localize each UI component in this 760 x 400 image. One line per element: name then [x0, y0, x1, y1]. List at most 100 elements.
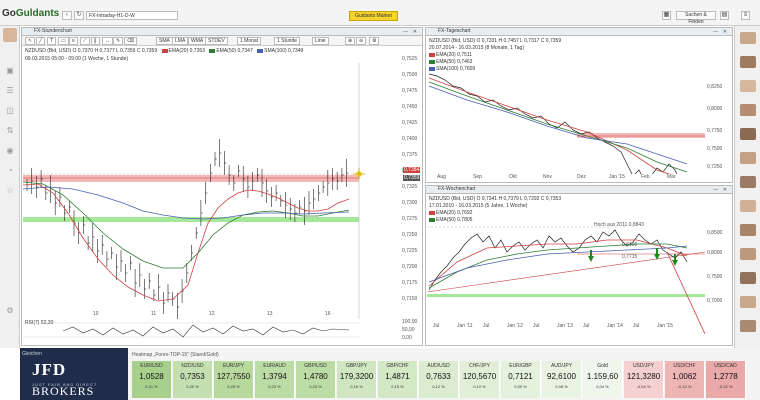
stream-avatar[interactable] — [740, 80, 756, 92]
minimize-icon[interactable]: — — [713, 187, 718, 193]
heatmap-cell[interactable]: EUR/AUD 1,3794 0,23 % — [255, 361, 295, 398]
heatmap-cell[interactable]: EUR/GBP 0,7121 0,09 % — [501, 361, 541, 398]
avatar[interactable] — [3, 28, 17, 42]
back-icon[interactable]: ‹ — [62, 11, 72, 20]
trade-icon[interactable]: ⇅ — [4, 126, 16, 135]
menu-icon[interactable]: ≡ — [741, 11, 750, 20]
heatmap-cell[interactable]: GBP/USD 1,4780 0,23 % — [296, 361, 336, 398]
heatmap-cell[interactable]: NZD/USD 0,7353 0,20 % — [173, 361, 213, 398]
indicator-stdev-button[interactable]: STDEV — [205, 37, 228, 45]
close-icon[interactable]: ✕ — [413, 29, 417, 35]
rsi-plot[interactable] — [23, 319, 381, 341]
minimize-icon[interactable]: — — [403, 29, 408, 35]
indicator-sma-button[interactable]: SMA — [156, 37, 173, 45]
stream-avatar[interactable] — [740, 128, 756, 140]
fib-tool-icon[interactable]: ≡ — [69, 37, 78, 45]
heatmap-value: 1.159,60 — [586, 372, 619, 381]
heatmap-cell[interactable]: GBP/JPY 179,3200 0,16 % — [337, 361, 377, 398]
ema20-label: EMA(20) 0,7353 — [168, 48, 205, 54]
heatmap-symbol: GBP/CHF — [386, 363, 409, 369]
heatmap-change: 0,08 % — [555, 384, 568, 389]
list-icon[interactable]: ☰ — [4, 86, 16, 95]
trend-tool-icon[interactable]: ⟋ — [80, 37, 90, 45]
bell-icon[interactable]: ◔ — [4, 166, 16, 175]
rect-tool-icon[interactable]: ▭ — [58, 37, 69, 45]
period-select[interactable]: 1 Monat — [237, 37, 262, 45]
jfd-logo: JFD BROKERS — [32, 360, 95, 398]
guidants-market-button[interactable]: Guidants Market — [349, 11, 398, 21]
draw-tool-icon[interactable]: ↖ — [25, 37, 36, 45]
heatmap-cell[interactable]: GBP/CHF 1,4871 0,15 % — [378, 361, 418, 398]
zoom-out-icon[interactable]: ⊖ — [356, 37, 367, 45]
hourly-chart-panel: FX-Stundenchart — ✕ ↖ ╱ T ▭ ≡ ⟋ ∥ ↔ ✎ ⌫ … — [21, 27, 423, 346]
chart-icon[interactable]: ◫ — [4, 106, 16, 115]
interval-select[interactable]: 1 Stunde — [274, 37, 301, 45]
heatmap-cell[interactable]: USD/CHF 1,0062 -0,10 % — [665, 361, 705, 398]
dashboard-icon[interactable]: ▣ — [4, 66, 16, 75]
heatmap-cell[interactable]: CHF/JPY 120,5670 0,10 % — [460, 361, 500, 398]
zoom-in-icon[interactable]: ⊕ — [345, 37, 356, 45]
hourly-price-plot[interactable] — [23, 63, 381, 319]
stream-avatar[interactable] — [740, 248, 756, 260]
calendar-icon[interactable]: ▦ — [662, 11, 671, 20]
stream-avatar[interactable] — [740, 200, 756, 212]
jfd-brokers-banner[interactable]: Gleichen JFD BROKERS JUST FAIR AND DIREC… — [20, 348, 128, 400]
search-button[interactable]: Suchen & Finden — [676, 11, 716, 25]
channel-tool-icon[interactable]: ∥ — [91, 37, 100, 45]
chart-type-select[interactable]: Linie — [312, 37, 329, 45]
x-axis: 10 11 12 13 16 — [23, 311, 381, 318]
indicator-wma-button[interactable]: WMA — [188, 37, 207, 45]
ohlc-label: NZDUSD (Bid, USD) O 0,7341 H 0,7379 L 0,… — [429, 196, 562, 202]
minimize-icon[interactable]: — — [713, 29, 718, 35]
daily-price-plot[interactable] — [427, 72, 705, 174]
grid-icon[interactable]: ▤ — [720, 11, 729, 20]
y-tick: 0,7475 — [402, 88, 418, 94]
heatmap-cell[interactable]: Gold 1.159,60 0,04 % — [583, 361, 623, 398]
heatmap-cell[interactable]: EUR/JPY 127,7550 0,25 % — [214, 361, 254, 398]
stream-avatar[interactable] — [740, 272, 756, 284]
heatmap-cell[interactable]: USD/JPY 121,3280 -0,04 % — [624, 361, 664, 398]
star-icon[interactable]: ☆ — [4, 186, 16, 195]
stream-avatar[interactable] — [740, 56, 756, 68]
indicator-lma-button[interactable]: LMA — [172, 37, 189, 45]
delete-tool-icon[interactable]: ⌫ — [124, 37, 138, 45]
heatmap-symbol: AUD/USD — [427, 363, 450, 369]
stream-avatar[interactable] — [740, 224, 756, 236]
heatmap-value: 1,0528 — [139, 372, 164, 381]
y-tick: 0,7750 — [707, 128, 723, 134]
heatmap-value: 120,5670 — [462, 372, 497, 381]
tab-label[interactable]: Gleichen — [22, 351, 42, 357]
heatmap-cell[interactable]: AUD/JPY 92,6100 0,08 % — [542, 361, 582, 398]
line-tool-icon[interactable]: ╱ — [36, 37, 46, 45]
settings-icon[interactable]: ⚙ — [369, 37, 380, 45]
sma100-swatch — [257, 48, 264, 53]
close-icon[interactable]: ✕ — [723, 29, 727, 35]
close-icon[interactable]: ✕ — [723, 187, 727, 193]
heatmap-change: -0,12 % — [718, 384, 733, 389]
stream-avatar[interactable] — [740, 176, 756, 188]
heatmap-cell[interactable]: USD/CAD 1,2778 -0,12 % — [706, 361, 746, 398]
x-tick: Sep — [473, 174, 482, 180]
stream-avatar[interactable] — [740, 320, 756, 332]
measure-tool-icon[interactable]: ↔ — [102, 37, 113, 45]
weekly-price-plot[interactable] — [427, 222, 705, 334]
settings-icon[interactable]: ⚙ — [4, 306, 16, 315]
user-icon[interactable]: ◉ — [4, 146, 16, 155]
pen-tool-icon[interactable]: ✎ — [113, 37, 124, 45]
heatmap-cell[interactable]: EUR/USD 1,0528 0,31 % — [132, 361, 172, 398]
heatmap-symbol: USD/CHF — [673, 363, 696, 369]
app-logo[interactable]: GoGuldants — [2, 8, 59, 19]
heatmap-cell[interactable]: AUD/USD 0,7633 0,12 % — [419, 361, 459, 398]
ema50-line — [428, 81, 688, 173]
text-tool-icon[interactable]: T — [47, 37, 57, 45]
reload-icon[interactable]: ↻ — [74, 11, 84, 20]
annotation-high-2011: Hoch aus 2011 0,8843 — [594, 222, 644, 228]
stream-avatar[interactable] — [740, 32, 756, 44]
stream-avatar[interactable] — [740, 296, 756, 308]
x-tick: Jan '12 — [507, 323, 523, 329]
stream-avatar[interactable] — [740, 104, 756, 116]
ema50-swatch — [209, 48, 216, 53]
address-field[interactable]: FX-Intraday-H1-D-W — [86, 11, 178, 20]
ema50-line — [428, 243, 688, 289]
stream-avatar[interactable] — [740, 152, 756, 164]
